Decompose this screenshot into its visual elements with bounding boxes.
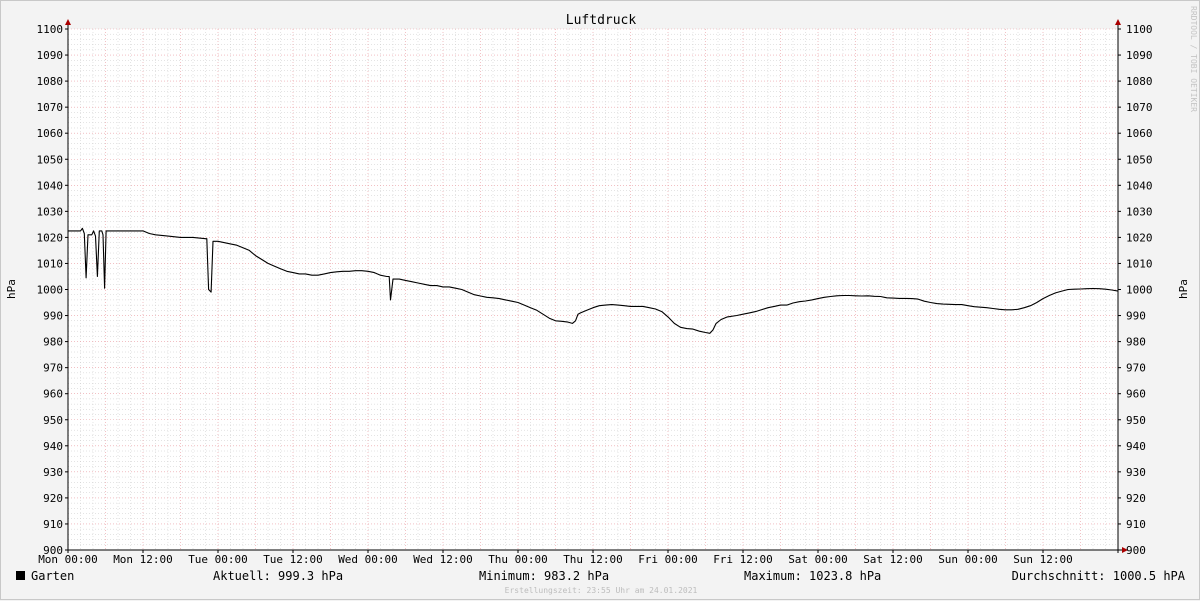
y-tick-label-right: 960 <box>1126 388 1146 401</box>
y-axis-label-right: hPa <box>1177 279 1190 299</box>
legend-series-name: Garten <box>31 569 74 583</box>
legend-maximum: Maximum: 1023.8 hPa <box>744 569 881 583</box>
x-tick-label: Mon 12:00 <box>113 553 173 566</box>
y-tick-label-right: 1090 <box>1126 49 1153 62</box>
y-tick-label-right: 950 <box>1126 414 1146 427</box>
y-tick-label-right: 1040 <box>1126 179 1153 192</box>
x-tick-label: Fri 00:00 <box>638 553 698 566</box>
y-tick-label-left: 1010 <box>37 257 64 270</box>
y-tick-label-right: 940 <box>1126 440 1146 453</box>
y-tick-label-left: 960 <box>43 388 63 401</box>
y-tick-label-left: 940 <box>43 440 63 453</box>
x-tick-label: Thu 00:00 <box>488 553 548 566</box>
y-tick-label-right: 1000 <box>1126 284 1153 297</box>
y-tick-label-left: 1070 <box>37 101 64 114</box>
creation-time-footer: Erstellungszeit: 23:55 Uhr am 24.01.2021 <box>505 586 698 595</box>
x-tick-label: Sun 00:00 <box>938 553 998 566</box>
y-tick-label-left: 970 <box>43 362 63 375</box>
y-tick-label-left: 1040 <box>37 179 64 192</box>
y-tick-label-left: 1020 <box>37 231 64 244</box>
x-tick-label: Tue 12:00 <box>263 553 323 566</box>
y-tick-label-right: 980 <box>1126 336 1146 349</box>
y-tick-label-left: 1000 <box>37 284 64 297</box>
y-tick-label-right: 910 <box>1126 518 1146 531</box>
y-tick-label-right: 1070 <box>1126 101 1153 114</box>
x-tick-label: Sat 12:00 <box>863 553 923 566</box>
legend-minimum: Minimum: 983.2 hPa <box>479 569 609 583</box>
x-tick-label: Wed 12:00 <box>413 553 473 566</box>
y-tick-label-right: 930 <box>1126 466 1146 479</box>
chart-title: Luftdruck <box>566 13 637 28</box>
y-tick-label-left: 990 <box>43 310 63 323</box>
y-tick-label-left: 1030 <box>37 205 64 218</box>
y-tick-label-right: 1100 <box>1126 23 1153 36</box>
y-tick-label-left: 1090 <box>37 49 64 62</box>
y-axis-arrow-left <box>65 19 71 25</box>
x-tick-label: Sun 12:00 <box>1013 553 1073 566</box>
y-tick-label-right: 920 <box>1126 492 1146 505</box>
x-axis-ticks: Mon 00:00 Mon 12:00 Tue 00:00 Tue 12:00 Wed … <box>38 550 1073 566</box>
y-tick-label-left: 920 <box>43 492 63 505</box>
y-tick-label-right: 900 <box>1126 544 1146 557</box>
y-tick-label-left: 980 <box>43 336 63 349</box>
x-tick-label: Wed 00:00 <box>338 553 398 566</box>
y-tick-label-left: 1050 <box>37 153 64 166</box>
y-tick-label-right: 970 <box>1126 362 1146 375</box>
x-tick-label: Thu 12:00 <box>563 553 623 566</box>
y-tick-label-left: 1080 <box>37 75 64 88</box>
y-tick-label-left: 950 <box>43 414 63 427</box>
y-tick-label-right: 1030 <box>1126 205 1153 218</box>
pressure-chart: 900 910 920 930 940 950 960 970 980 990 1000 1010 10… <box>5 6 1198 595</box>
x-tick-label: Tue 00:00 <box>188 553 248 566</box>
y-tick-label-right: 1050 <box>1126 153 1153 166</box>
y-axis-label-left: hPa <box>5 279 18 299</box>
y-axis-arrow-right <box>1115 19 1121 25</box>
y-tick-label-right: 1080 <box>1126 75 1153 88</box>
legend-swatch <box>16 571 25 580</box>
x-tick-label: Mon 00:00 <box>38 553 98 566</box>
y-tick-label-right: 990 <box>1126 310 1146 323</box>
y-tick-label-right: 1020 <box>1126 231 1153 244</box>
rrdtool-watermark: RRDTOOL / TOBI OETIKER <box>1189 6 1198 112</box>
x-tick-label: Fri 12:00 <box>713 553 773 566</box>
x-tick-label: Sat 00:00 <box>788 553 848 566</box>
y-tick-label-left: 1060 <box>37 127 64 140</box>
y-tick-label-right: 1010 <box>1126 257 1153 270</box>
legend-average: Durchschnitt: 1000.5 hPA <box>1012 569 1186 583</box>
y-axis-left-ticks: 9009109209309409509609709809901000101010… <box>37 23 68 557</box>
graph-frame: 900 910 920 930 940 950 960 970 980 990 1000 1010 10… <box>0 0 1200 600</box>
y-tick-label-left: 930 <box>43 466 63 479</box>
y-tick-label-left: 910 <box>43 518 63 531</box>
legend-current: Aktuell: 999.3 hPa <box>213 569 343 583</box>
y-tick-label-right: 1060 <box>1126 127 1153 140</box>
y-axis-right-ticks: 900 910 920 930 940 950 960 970 980 990 1000 1010 10… <box>1118 23 1153 557</box>
y-tick-label-left: 1100 <box>37 23 64 36</box>
